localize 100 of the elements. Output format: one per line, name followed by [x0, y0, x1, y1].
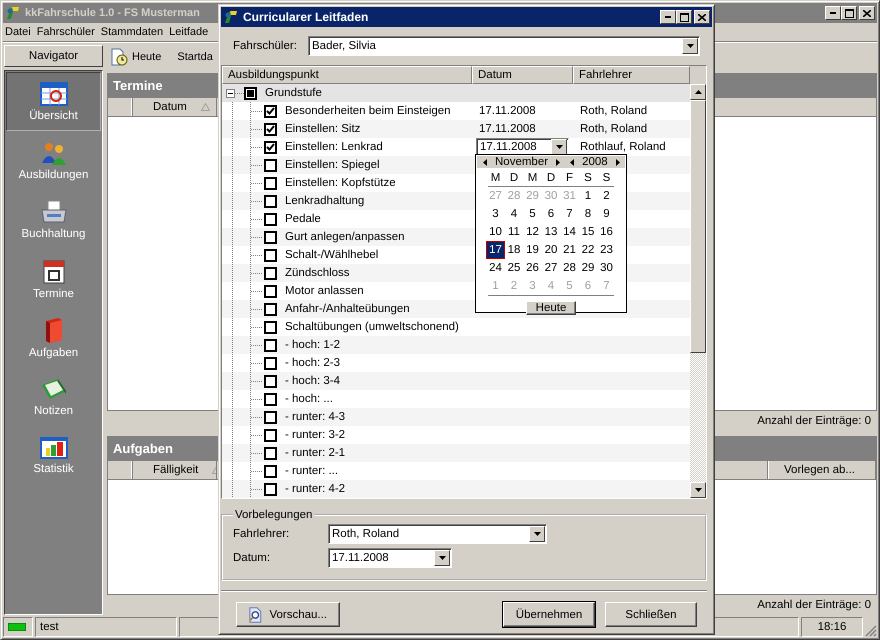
day-cell[interactable]: 12 — [523, 223, 542, 241]
navigator-item[interactable]: Notizen — [6, 367, 101, 426]
toolbar-button[interactable]: Startda — [175, 51, 215, 63]
day-cell[interactable]: 3 — [486, 205, 505, 223]
menu-item[interactable]: Fahrschüler — [34, 26, 97, 38]
checkbox[interactable] — [264, 230, 277, 244]
day-cell[interactable]: 29 — [578, 259, 598, 277]
menu-item[interactable]: Datei — [3, 26, 33, 38]
day-cell[interactable]: 13 — [542, 223, 560, 241]
day-cell[interactable]: 9 — [597, 205, 616, 223]
checkbox[interactable] — [264, 374, 277, 388]
checkbox[interactable] — [264, 482, 277, 496]
day-cell[interactable]: 4 — [504, 205, 524, 223]
checkbox[interactable] — [264, 302, 277, 316]
day-cell[interactable]: 6 — [542, 205, 560, 223]
day-cell[interactable]: 8 — [578, 205, 598, 223]
day-cell[interactable]: 5 — [523, 205, 542, 223]
day-cell[interactable]: 7 — [560, 205, 579, 223]
checkbox[interactable] — [264, 464, 277, 478]
previous-month-button[interactable] — [481, 156, 489, 168]
checkbox[interactable] — [264, 356, 277, 370]
day-cell[interactable]: 14 — [560, 223, 579, 241]
checkbox[interactable] — [264, 392, 277, 406]
checkbox[interactable] — [264, 140, 277, 154]
column-header[interactable]: Vorlegen ab... — [767, 461, 876, 479]
navigator-item[interactable]: Übersicht — [6, 72, 101, 131]
checkbox[interactable] — [264, 410, 277, 424]
navigator-header[interactable]: Navigator — [4, 45, 103, 67]
dropdown-button[interactable] — [529, 526, 545, 542]
navigator-item[interactable]: Aufgaben — [6, 308, 101, 367]
checkbox[interactable] — [264, 266, 277, 280]
day-cell[interactable]: 2 — [597, 187, 616, 205]
navigator-item[interactable]: Statistik — [6, 426, 101, 485]
checkbox[interactable] — [264, 446, 277, 460]
day-cell[interactable]: 21 — [560, 241, 579, 259]
preview-button[interactable]: Vorschau... — [236, 602, 340, 627]
checkbox[interactable] — [264, 320, 277, 334]
dropdown-button[interactable] — [682, 38, 698, 54]
status-time: 18:16 — [801, 617, 863, 637]
day-cell[interactable]: 25 — [504, 259, 524, 277]
day-cell[interactable]: 1 — [578, 187, 598, 205]
toolbar-button[interactable]: Heute — [109, 48, 164, 66]
checkbox[interactable] — [264, 194, 277, 208]
navigator-item[interactable]: Buchhaltung — [6, 190, 101, 249]
day-cell[interactable]: 19 — [523, 241, 542, 259]
student-combo[interactable]: Bader, Silvia — [308, 36, 700, 56]
checkbox[interactable] — [264, 158, 277, 172]
day-cell[interactable]: 10 — [486, 223, 505, 241]
day-cell[interactable]: 20 — [542, 241, 560, 259]
checkbox[interactable] — [244, 86, 257, 100]
day-cell[interactable]: 23 — [597, 241, 616, 259]
weekday-label: M — [526, 171, 538, 186]
menu-item[interactable]: Leitfade — [167, 26, 210, 38]
checkbox[interactable] — [264, 248, 277, 262]
day-cell[interactable]: 11 — [504, 223, 524, 241]
day-cell[interactable]: 26 — [523, 259, 542, 277]
date-combo[interactable]: 17.11.2008 — [328, 548, 452, 568]
minimize-button[interactable] — [660, 10, 676, 24]
next-year-button[interactable] — [614, 156, 622, 168]
close-button[interactable] — [694, 10, 710, 24]
maximize-button[interactable] — [676, 10, 692, 24]
dropdown-button[interactable] — [434, 550, 450, 566]
checkbox[interactable] — [264, 428, 277, 442]
previous-year-button[interactable] — [568, 156, 576, 168]
month-label[interactable]: November — [495, 156, 548, 168]
day-cell[interactable]: 24 — [486, 259, 505, 277]
checkbox[interactable] — [264, 176, 277, 190]
dialog-button[interactable]: Schließen — [605, 602, 697, 627]
dialog-button[interactable]: Übernehmen — [503, 602, 595, 627]
navigator-item[interactable]: Ausbildungen — [6, 131, 101, 190]
checkbox[interactable] — [264, 338, 277, 352]
column-header[interactable]: Datum — [133, 98, 217, 116]
checkbox[interactable] — [264, 284, 277, 298]
day-cell[interactable]: 27 — [542, 259, 560, 277]
instructor-combo[interactable]: Roth, Roland — [328, 524, 547, 544]
scrollbar[interactable] — [690, 84, 706, 498]
collapse-icon[interactable] — [226, 88, 235, 98]
column-header[interactable]: Ausbildungspunkt — [222, 66, 472, 84]
column-header[interactable]: Fahrlehrer — [573, 66, 690, 84]
day-cell[interactable]: 22 — [578, 241, 598, 259]
navigator-item[interactable]: Termine — [6, 249, 101, 308]
day-cell[interactable]: 30 — [597, 259, 616, 277]
menu-item[interactable]: Stammdaten — [98, 26, 166, 38]
today-button[interactable]: Heute — [526, 301, 576, 315]
checkbox[interactable] — [264, 122, 277, 136]
day-cell[interactable]: 28 — [560, 259, 579, 277]
scroll-up-button[interactable] — [690, 84, 706, 100]
scroll-down-button[interactable] — [690, 482, 706, 498]
checkbox[interactable] — [264, 104, 277, 118]
day-cell[interactable]: 15 — [578, 223, 598, 241]
dropdown-button[interactable] — [551, 139, 567, 155]
year-label[interactable]: 2008 — [582, 156, 608, 168]
day-cell[interactable]: 17 — [486, 241, 505, 259]
resize-grip-icon — [865, 625, 877, 637]
day-cell[interactable]: 18 — [504, 241, 524, 259]
scroll-thumb[interactable] — [690, 100, 706, 353]
day-cell[interactable]: 16 — [597, 223, 616, 241]
column-header[interactable]: Datum — [472, 66, 573, 84]
checkbox[interactable] — [264, 212, 277, 226]
next-month-button[interactable] — [554, 156, 562, 168]
